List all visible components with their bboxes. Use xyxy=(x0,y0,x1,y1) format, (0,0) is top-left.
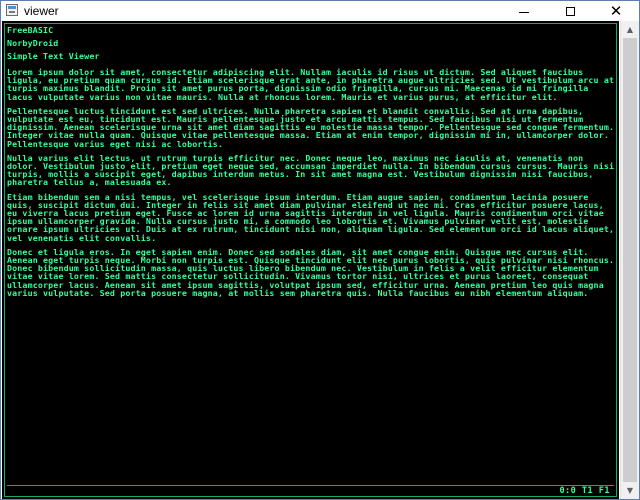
maximize-icon xyxy=(565,6,575,16)
status-position: 0:0 T1 F1 xyxy=(559,486,610,496)
paragraph: Donec et ligula eros. In eget sapien eni… xyxy=(7,246,615,298)
console-screen[interactable]: FreeBASIC NorbyDroid Simple Text Viewer … xyxy=(2,21,619,499)
paragraph: Lorem ipsum dolor sit amet, consectetur … xyxy=(7,67,615,102)
scroll-down-icon[interactable]: ▼ xyxy=(621,482,639,499)
header-line-program: Simple Text Viewer xyxy=(7,51,100,61)
scroll-up-icon[interactable]: ▲ xyxy=(621,21,639,38)
paragraph: Pellentesque luctus tincidunt est sed ul… xyxy=(7,105,615,149)
vertical-scrollbar[interactable]: ▲ ▼ xyxy=(620,21,639,499)
paragraph: Nulla varius elit lectus, ut rutrum turp… xyxy=(7,152,615,188)
header-line-author: NorbyDroid xyxy=(7,38,59,48)
close-button[interactable]: ✕ xyxy=(593,1,639,21)
paragraph: Etiam bibendum sem a nisi tempus, vel sc… xyxy=(7,191,615,243)
minimize-icon xyxy=(519,11,529,13)
scrollbar-thumb[interactable] xyxy=(623,38,637,482)
minimize-button[interactable] xyxy=(501,1,547,21)
viewer-window: viewer ✕ FreeBASIC NorbyDroid Simple Tex… xyxy=(0,0,640,500)
status-bar: 0:0 T1 F1 xyxy=(7,485,614,496)
text-content: FreeBASIC NorbyDroid Simple Text Viewer … xyxy=(7,24,615,303)
close-icon: ✕ xyxy=(609,1,623,20)
window-title: viewer xyxy=(24,4,59,18)
app-icon xyxy=(6,4,18,16)
maximize-button[interactable] xyxy=(547,1,593,21)
title-bar[interactable]: viewer ✕ xyxy=(1,1,639,21)
header-line-app: FreeBASIC xyxy=(7,25,54,35)
